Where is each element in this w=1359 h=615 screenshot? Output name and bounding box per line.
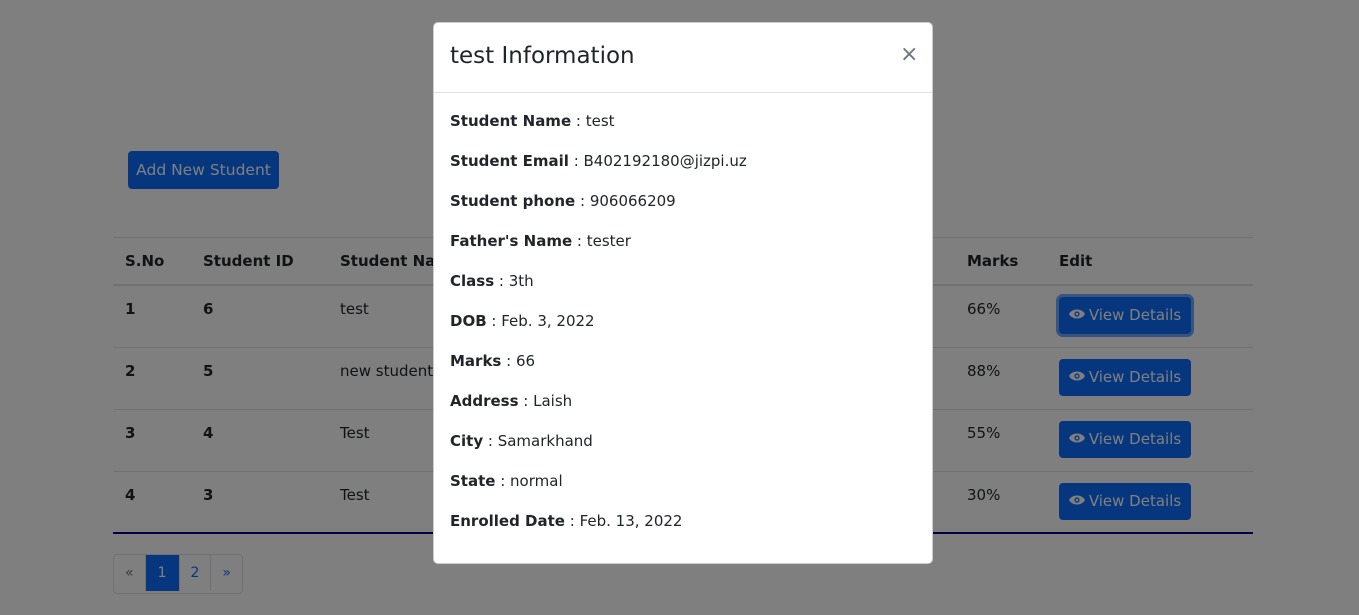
modal-header: test Information ×: [434, 23, 932, 93]
info-value: Feb. 3, 2022: [501, 312, 595, 330]
info-student-name: Student Name : test: [450, 112, 615, 130]
info-enrolled-date: Enrolled Date : Feb. 13, 2022: [450, 512, 683, 530]
info-label: Class: [450, 272, 495, 290]
modal-body: Student Name : test Student Email : B402…: [434, 93, 932, 549]
info-address: Address : Laish: [450, 392, 573, 410]
student-info-modal: test Information × Student Name : test S…: [433, 22, 933, 564]
info-value: test: [585, 112, 615, 130]
info-value: Samarkhand: [497, 432, 593, 450]
info-value: 906066209: [589, 192, 676, 210]
info-fathers-name: Father's Name : tester: [450, 232, 631, 250]
info-class: Class : 3th: [450, 272, 534, 290]
info-value: Feb. 13, 2022: [579, 512, 683, 530]
modal-title: test Information: [450, 43, 635, 69]
info-value: tester: [586, 232, 631, 250]
info-marks: Marks : 66: [450, 352, 536, 370]
info-label: Address: [450, 392, 519, 410]
info-label: Student phone: [450, 192, 576, 210]
info-value: B402192180@jizpi.uz: [583, 152, 747, 170]
info-label: DOB: [450, 312, 487, 330]
info-dob: DOB : Feb. 3, 2022: [450, 312, 595, 330]
info-label: Student Email: [450, 152, 569, 170]
info-label: Father's Name: [450, 232, 573, 250]
info-value: 66: [515, 352, 536, 370]
info-label: Student Name: [450, 112, 572, 130]
info-label: Enrolled Date: [450, 512, 565, 530]
close-icon[interactable]: ×: [900, 43, 918, 67]
info-value: Laish: [533, 392, 573, 410]
info-student-phone: Student phone : 906066209: [450, 192, 676, 210]
info-state: State : normal: [450, 472, 563, 490]
info-value: 3th: [508, 272, 534, 290]
info-label: State: [450, 472, 496, 490]
info-student-email: Student Email : B402192180@jizpi.uz: [450, 152, 747, 170]
info-city: City : Samarkhand: [450, 432, 593, 450]
info-label: Marks: [450, 352, 502, 370]
info-label: City: [450, 432, 484, 450]
info-value: normal: [510, 472, 563, 490]
